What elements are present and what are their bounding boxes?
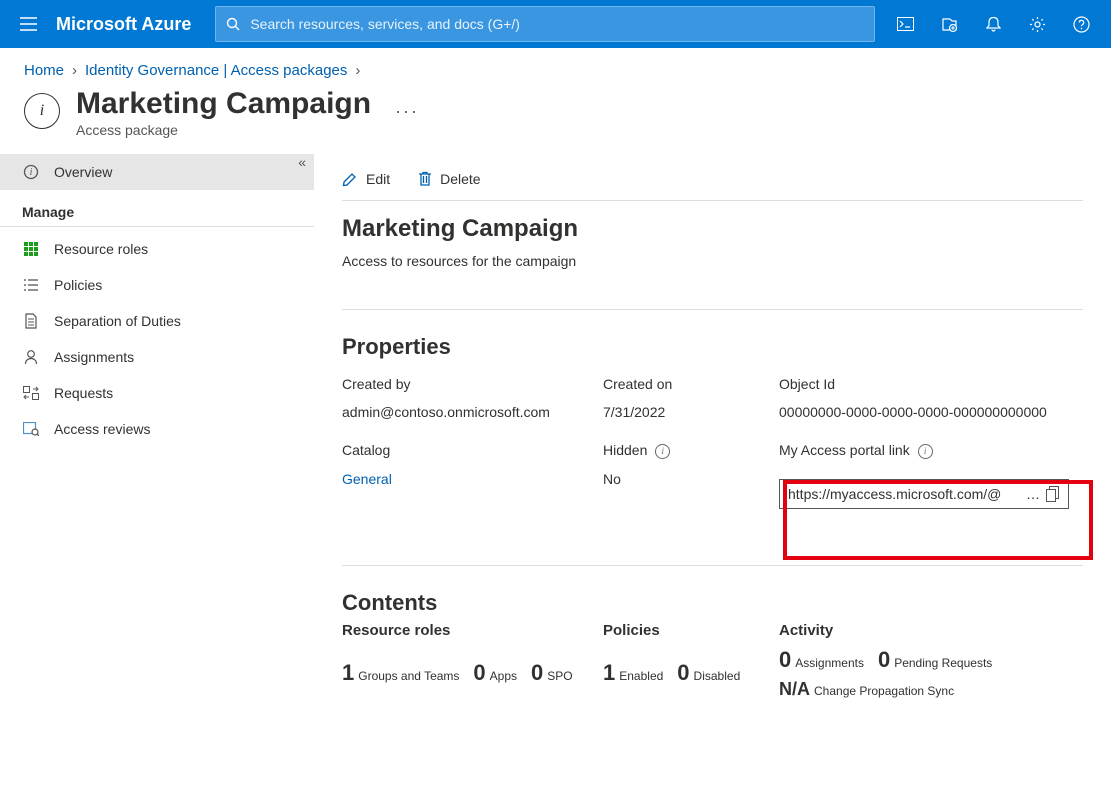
object-id-label: Object Id <box>779 366 1083 392</box>
content-title: Marketing Campaign <box>342 215 1083 243</box>
info-icon: i <box>24 93 60 129</box>
edit-label: Edit <box>366 171 390 187</box>
created-by-label: Created by <box>342 366 603 392</box>
myaccess-url-text: https://myaccess.microsoft.com/@ <box>788 486 1020 502</box>
sidebar-item-label: Requests <box>54 385 113 401</box>
content-description: Access to resources for the campaign <box>342 253 1083 269</box>
cloud-shell-icon[interactable] <box>883 0 927 48</box>
contents-activity-header: Activity <box>779 622 1083 647</box>
sidebar-item-label: Overview <box>54 164 112 180</box>
delete-label: Delete <box>440 171 480 187</box>
pencil-icon <box>342 171 358 187</box>
myaccess-label: My Access portal link i <box>779 432 1083 459</box>
breadcrumb-parent[interactable]: Identity Governance | Access packages <box>85 62 347 79</box>
stat-pending: 0Pending Requests <box>878 647 992 673</box>
properties-section-title: Properties <box>342 334 1083 360</box>
sidebar-item-assignments[interactable]: Assignments <box>0 339 314 375</box>
swap-icon <box>22 384 40 402</box>
hidden-value: No <box>603 465 779 493</box>
catalog-link[interactable]: General <box>342 465 603 493</box>
contents-policies-header: Policies <box>603 622 779 647</box>
stat-groups: 1Groups and Teams <box>342 660 459 686</box>
created-by-value: admin@contoso.onmicrosoft.com <box>342 398 603 426</box>
breadcrumb-home[interactable]: Home <box>24 62 64 79</box>
object-id-value: 00000000-0000-0000-0000-000000000000 <box>779 398 1083 426</box>
sidebar-item-label: Access reviews <box>54 421 150 437</box>
edit-button[interactable]: Edit <box>342 171 390 187</box>
brand-name: Microsoft Azure <box>48 14 207 35</box>
sidebar-item-requests[interactable]: Requests <box>0 375 314 411</box>
more-actions-button[interactable]: ··· <box>395 101 419 122</box>
info-icon[interactable]: i <box>918 444 933 459</box>
delete-button[interactable]: Delete <box>418 171 480 187</box>
contents-resource-roles-header: Resource roles <box>342 622 603 647</box>
page-title: Marketing Campaign <box>76 87 371 120</box>
stat-sync: N/AChange Propagation Sync <box>779 679 954 700</box>
sidebar-item-label: Separation of Duties <box>54 313 181 329</box>
sidebar-section-manage: Manage <box>0 190 314 227</box>
help-icon[interactable] <box>1059 0 1103 48</box>
trash-icon <box>418 171 432 187</box>
search-input[interactable] <box>248 15 864 33</box>
sidebar-item-resource-roles[interactable]: Resource roles <box>0 231 314 267</box>
stat-apps: 0Apps <box>473 660 517 686</box>
sidebar-item-label: Policies <box>54 277 102 293</box>
chevron-right-icon: › <box>72 62 77 79</box>
directories-icon[interactable] <box>927 0 971 48</box>
search-icon <box>226 17 240 31</box>
contents-section-title: Contents <box>342 590 1083 616</box>
svg-text:i: i <box>30 167 33 178</box>
person-icon <box>22 348 40 366</box>
info-icon[interactable]: i <box>655 444 670 459</box>
hamburger-menu[interactable] <box>8 4 48 44</box>
chevron-right-icon: › <box>355 62 360 79</box>
catalog-label: Catalog <box>342 432 603 458</box>
sidebar-item-separation[interactable]: Separation of Duties <box>0 303 314 339</box>
stat-enabled: 1Enabled <box>603 660 663 686</box>
list-icon <box>22 276 40 294</box>
review-icon <box>22 420 40 438</box>
sidebar-item-access-reviews[interactable]: Access reviews <box>0 411 314 447</box>
sidebar-item-overview[interactable]: i Overview <box>0 154 314 190</box>
search-bar[interactable] <box>215 6 875 42</box>
copy-icon[interactable] <box>1046 486 1060 502</box>
sidebar-item-policies[interactable]: Policies <box>0 267 314 303</box>
collapse-sidebar-button[interactable]: « <box>298 154 306 170</box>
myaccess-url-field[interactable]: https://myaccess.microsoft.com/@ … <box>779 479 1069 509</box>
notifications-icon[interactable] <box>971 0 1015 48</box>
sidebar-item-label: Assignments <box>54 349 134 365</box>
stat-disabled: 0Disabled <box>677 660 740 686</box>
stat-spo: 0SPO <box>531 660 573 686</box>
grid-icon <box>22 240 40 258</box>
hidden-label: Hidden i <box>603 432 779 459</box>
ellipsis: … <box>1020 486 1046 502</box>
sidebar-item-label: Resource roles <box>54 241 148 257</box>
created-on-label: Created on <box>603 366 779 392</box>
overview-icon: i <box>22 163 40 181</box>
settings-icon[interactable] <box>1015 0 1059 48</box>
stat-assignments: 0Assignments <box>779 647 864 673</box>
document-icon <box>22 312 40 330</box>
breadcrumb: Home › Identity Governance | Access pack… <box>0 48 1111 79</box>
created-on-value: 7/31/2022 <box>603 398 779 426</box>
page-subtitle: Access package <box>76 122 371 138</box>
